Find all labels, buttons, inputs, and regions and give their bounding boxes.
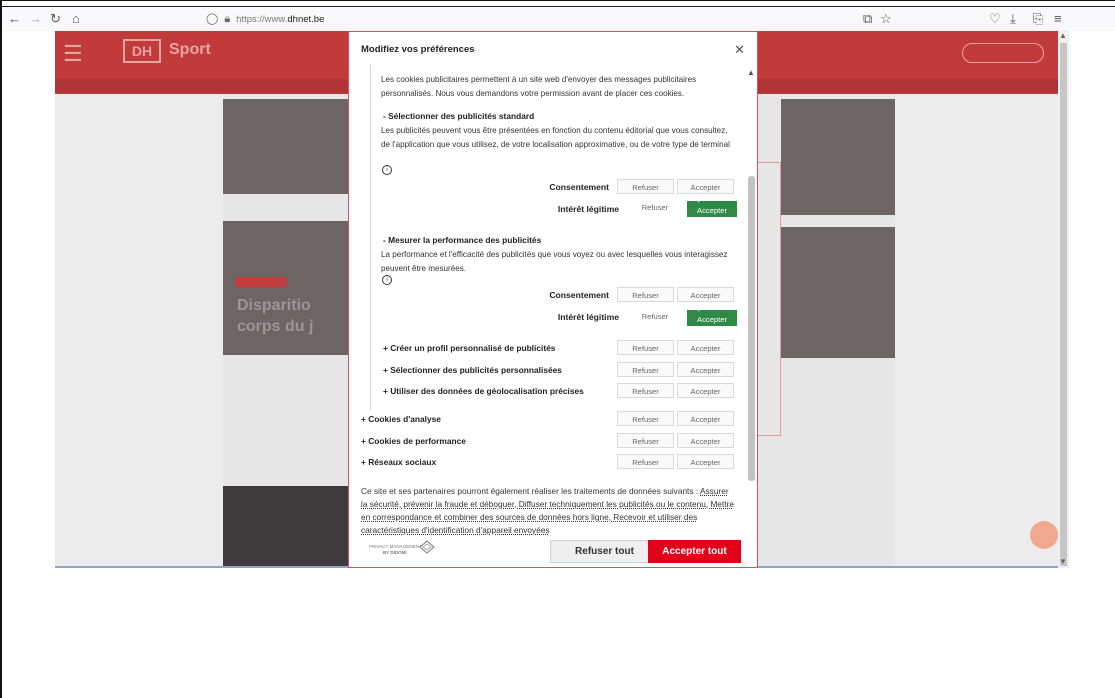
page-scroll-thumb[interactable] — [1060, 43, 1067, 566]
accept-legit-button[interactable]: ✓ Accepter — [687, 308, 737, 326]
info-icon[interactable]: i — [382, 165, 392, 175]
menu-icon[interactable]: ≡ — [1054, 10, 1062, 28]
preferences-scroll-area[interactable]: Les cookies publicitaires permettent à u… — [349, 65, 745, 535]
page-scrollbar[interactable]: ▲ ▼ — [1058, 31, 1069, 568]
header-pill-button[interactable] — [962, 43, 1044, 63]
accept-legit-button[interactable]: ✓ Accepter — [687, 199, 737, 217]
extensions-icon[interactable]: ⎘ — [1033, 10, 1043, 28]
didomi-line-2: BY DIDOMI — [383, 550, 407, 555]
accept-button[interactable]: Accepter — [677, 433, 734, 448]
accept-button[interactable]: Accepter — [677, 383, 734, 398]
accept-consent-button[interactable]: Accepter — [677, 179, 734, 194]
category-performance[interactable]: + Cookies de performance — [361, 436, 466, 446]
lock-icon: 🔒︎ — [224, 13, 231, 25]
pocket-icon[interactable]: ♡ — [989, 10, 1001, 28]
browser-toolbar: ← → ↻ ⌂ ⧉ ☆ ♡ ⤓ ⎘ ≡ — [2, 7, 1115, 31]
window-edge — [0, 0, 1115, 1]
section-indent-line — [370, 65, 371, 410]
sub-purpose-geolocation[interactable]: + Utiliser des données de géolocalisatio… — [383, 386, 584, 396]
translate-icon[interactable]: ⧉ — [863, 10, 872, 28]
scroll-up-icon[interactable]: ▲ — [747, 68, 755, 77]
accept-consent-button[interactable]: Accepter — [677, 287, 734, 302]
download-icon[interactable]: ⤓ — [1010, 10, 1016, 28]
check-icon: ✓ — [697, 199, 703, 205]
purpose-description: La performance et l'efficacité des publi… — [381, 250, 728, 273]
article-card[interactable] — [223, 486, 353, 568]
article-card[interactable] — [781, 227, 895, 358]
home-icon[interactable]: ⌂ — [72, 10, 80, 28]
modal-title: Modifiez vos préférences — [361, 44, 475, 55]
site-logo[interactable]: DH — [123, 39, 161, 63]
category-analytics[interactable]: + Cookies d'analyse — [361, 414, 441, 424]
refuse-consent-button[interactable]: Refuser — [617, 287, 674, 302]
info-icon[interactable]: i — [382, 275, 392, 285]
refuse-button[interactable]: Refuser — [617, 411, 674, 426]
accept-legit-label: Accepter — [697, 206, 727, 215]
check-icon: ✓ — [697, 308, 703, 314]
floating-action-button[interactable] — [1030, 521, 1058, 549]
category-social[interactable]: + Réseaux sociaux — [361, 457, 436, 467]
purpose-description: Les publicités peuvent vous être présent… — [381, 126, 730, 149]
star-icon[interactable]: ☆ — [880, 10, 892, 28]
didomi-logo-icon — [419, 540, 435, 554]
hamburger-icon[interactable]: ☰ — [63, 41, 83, 67]
purpose-heading[interactable]: - Mesurer la performance des publicités — [383, 235, 541, 245]
url-host: dhnet.be — [287, 14, 325, 25]
article-headline[interactable]: corps du j — [237, 318, 313, 336]
legit-interest-label: Intérêt légitime — [557, 204, 619, 214]
window-edge — [0, 0, 2, 698]
accept-button[interactable]: Accepter — [677, 340, 734, 355]
back-icon[interactable]: ← — [8, 10, 21, 28]
site-section[interactable]: Sport — [169, 41, 211, 59]
sub-purpose-personalized-ads[interactable]: + Sélectionner des publicités personnali… — [383, 365, 562, 375]
partner-processing-text: Ce site et ses partenaires pourront égal… — [361, 485, 736, 535]
refuse-button[interactable]: Refuser — [617, 433, 674, 448]
scroll-up-icon[interactable]: ▲ — [1059, 31, 1067, 40]
modal-scroll-thumb[interactable] — [748, 176, 755, 481]
accept-all-button[interactable]: Accepter tout — [648, 540, 741, 563]
refuse-consent-button[interactable]: Refuser — [617, 179, 674, 194]
accept-button[interactable]: Accepter — [677, 411, 734, 426]
refuse-button[interactable]: Refuser — [617, 454, 674, 469]
consent-label: Consentement — [549, 182, 609, 192]
didomi-branding[interactable]: PRIVACY MANAGEMENT BY DIDOMI — [369, 544, 422, 556]
refuse-button[interactable]: Refuser — [617, 340, 674, 355]
close-icon[interactable]: ✕ — [734, 42, 745, 58]
refuse-button[interactable]: Refuser — [617, 362, 674, 377]
refuse-all-button[interactable]: Refuser tout — [550, 540, 659, 563]
refuse-button[interactable]: Refuser — [617, 383, 674, 398]
url-prefix: https://www. — [236, 14, 288, 25]
legit-interest-label: Intérêt légitime — [557, 312, 619, 322]
desktop-blank-area — [0, 568, 1115, 698]
shield-icon: ◯ — [206, 13, 219, 25]
category-badge — [235, 277, 287, 287]
accept-button[interactable]: Accepter — [677, 362, 734, 377]
reload-icon[interactable]: ↻ — [50, 10, 61, 28]
article-card[interactable] — [781, 99, 895, 215]
refuse-legit-button[interactable]: Refuser — [629, 200, 681, 216]
article-headline[interactable]: Disparitio — [237, 297, 311, 315]
url-bar[interactable]: ◯ 🔒︎ https://www.dhnet.be — [206, 10, 324, 29]
refuse-legit-button[interactable]: Refuser — [629, 309, 681, 325]
partner-processing-lead: Ce site et ses partenaires pourront égal… — [361, 486, 699, 496]
sub-purpose-profile[interactable]: + Créer un profil personnalisé de public… — [383, 343, 555, 353]
accept-legit-label: Accepter — [697, 315, 727, 324]
consent-label: Consentement — [549, 290, 609, 300]
consent-modal: Modifiez vos préférences ✕ Les cookies p… — [348, 31, 758, 568]
modal-scrollbar[interactable]: ▲ — [747, 68, 756, 535]
accept-button[interactable]: Accepter — [677, 454, 734, 469]
article-card[interactable] — [223, 99, 353, 194]
forward-icon[interactable]: → — [29, 10, 42, 28]
ads-cookies-description: Les cookies publicitaires permettent à u… — [381, 75, 697, 98]
purpose-heading[interactable]: - Sélectionner des publicités standard — [383, 111, 534, 121]
scroll-down-icon[interactable]: ▼ — [1059, 557, 1067, 566]
